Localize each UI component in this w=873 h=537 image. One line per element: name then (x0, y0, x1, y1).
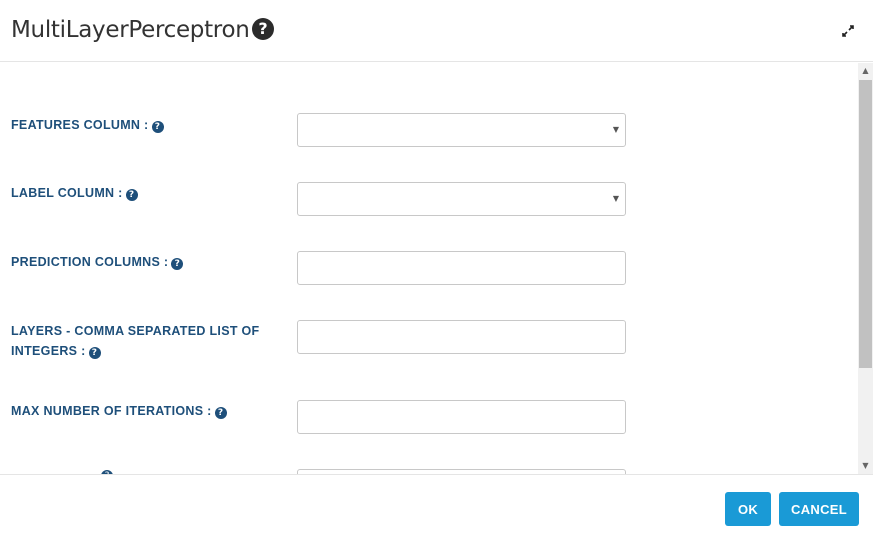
expand-icon[interactable] (840, 23, 856, 39)
max-iterations-label-text: MAX NUMBER OF ITERATIONS : (11, 404, 212, 418)
help-icon[interactable]: ? (171, 258, 184, 270)
scroll-up-icon[interactable]: ▲ (858, 63, 873, 79)
scrollbar-thumb[interactable] (859, 80, 872, 368)
max-iterations-input[interactable] (297, 400, 626, 434)
dialog-title: MultiLayerPerceptron (11, 17, 250, 43)
layers-label-line1: LAYERS - COMMA SEPARATED LIST OF (11, 324, 260, 338)
dialog-header: MultiLayerPerceptron ? (0, 0, 873, 62)
prediction-columns-label: PREDICTION COLUMNS :? (11, 252, 281, 272)
features-column-label-text: FEATURES COLUMN : (11, 118, 149, 132)
label-column-select[interactable]: ▼ (297, 182, 626, 216)
help-icon[interactable]: ? (252, 18, 274, 40)
help-icon[interactable]: ? (125, 189, 138, 201)
ok-button[interactable]: OK (725, 492, 771, 526)
prediction-columns-label-text: PREDICTION COLUMNS : (11, 255, 169, 269)
dialog-body[interactable]: FEATURES COLUMN :? ▼ LABEL COLUMN :? ▼ P… (0, 63, 873, 474)
help-icon[interactable]: ? (88, 347, 101, 359)
features-column-label: FEATURES COLUMN :? (11, 115, 281, 135)
label-column-label-text: LABEL COLUMN : (11, 186, 123, 200)
max-iterations-label: MAX NUMBER OF ITERATIONS :? (11, 401, 281, 421)
features-column-select[interactable]: ▼ (297, 113, 626, 147)
help-icon[interactable]: ? (151, 121, 164, 133)
prediction-columns-input[interactable] (297, 251, 626, 285)
help-icon[interactable]: ? (214, 407, 227, 419)
label-column-label: LABEL COLUMN :? (11, 183, 281, 203)
cancel-button[interactable]: CANCEL (779, 492, 859, 526)
chevron-down-icon: ▼ (612, 194, 619, 203)
chevron-down-icon: ▼ (612, 125, 619, 134)
scroll-down-icon[interactable]: ▼ (858, 458, 873, 474)
layers-input[interactable] (297, 320, 626, 354)
dialog-footer: OK CANCEL (0, 474, 873, 537)
layers-label: LAYERS - COMMA SEPARATED LIST OF INTEGER… (11, 321, 281, 361)
vertical-scrollbar[interactable]: ▲ ▼ (858, 63, 873, 474)
layers-label-line2: INTEGERS : (11, 344, 86, 358)
